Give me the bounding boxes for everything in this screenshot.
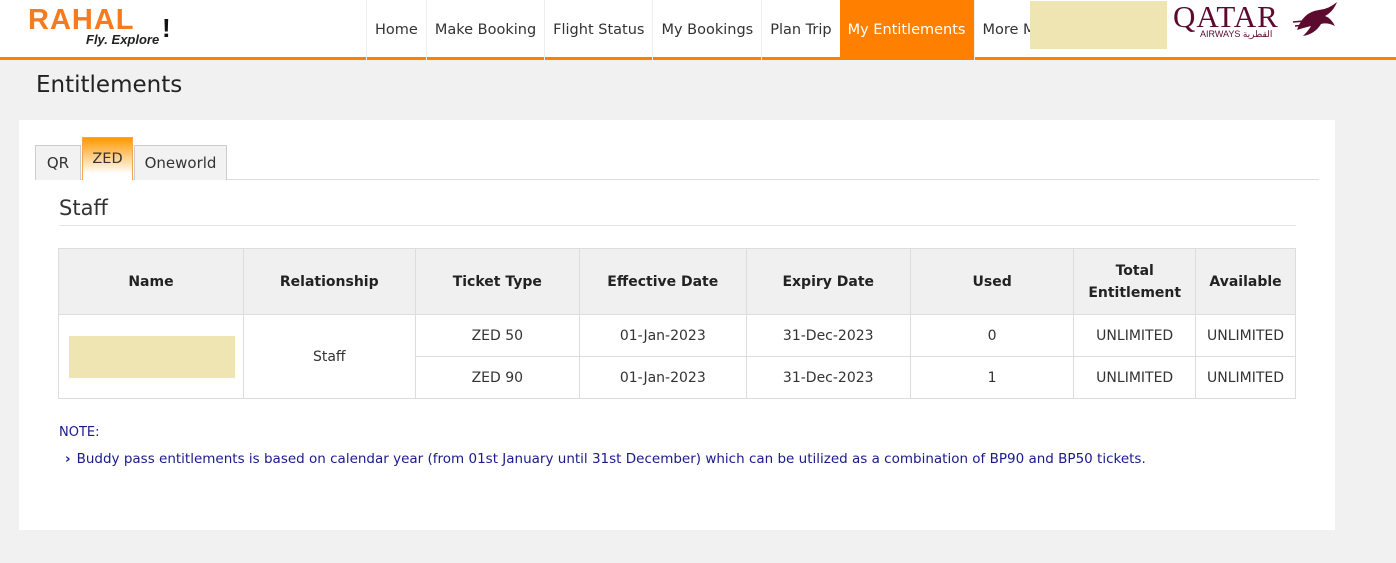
col-expiry-date: Expiry Date [745, 248, 911, 315]
nav-my-bookings[interactable]: My Bookings [652, 0, 761, 60]
effective-date-cell: 01-Jan-2023 [579, 314, 747, 357]
nav-my-entitlements-label: My Entitlements [847, 22, 966, 38]
rahal-logo[interactable]: RAHAL Fly. Explore ! [28, 5, 178, 53]
note-title: NOTE: [59, 425, 100, 440]
expiry-date-cell: 31-Dec-2023 [745, 356, 911, 399]
used-cell: 0 [909, 314, 1075, 357]
note-text: Buddy pass entitlements is based on cale… [76, 451, 1146, 467]
nav-my-entitlements[interactable]: My Entitlements [839, 0, 974, 60]
nav-home[interactable]: Home [366, 0, 426, 60]
table-row: Staff ZED 50 01-Jan-2023 31-Dec-2023 0 U… [58, 314, 1296, 399]
available-cell: UNLIMITED [1195, 314, 1296, 357]
logo-accent: ! [162, 13, 171, 43]
top-header: RAHAL Fly. Explore ! Home Make Booking F… [0, 0, 1396, 60]
total-entitlement-cell: UNLIMITED [1073, 314, 1197, 357]
tab-zed[interactable]: ZED [82, 137, 133, 180]
col-ticket-type: Ticket Type [414, 248, 581, 315]
col-available: Available [1195, 248, 1296, 315]
entitlements-table: Name Relationship Ticket Type Effective … [58, 248, 1296, 399]
nav-make-booking[interactable]: Make Booking [425, 0, 544, 60]
logo-main-text: RAHAL [28, 4, 135, 36]
nav-home-label: Home [375, 22, 418, 38]
nav-plan-trip-label: Plan Trip [770, 22, 832, 38]
nav-flight-status[interactable]: Flight Status [544, 0, 652, 60]
relationship-cell: Staff [242, 314, 416, 399]
nav-flight-status-label: Flight Status [553, 22, 645, 38]
total-entitlement-cell: UNLIMITED [1073, 356, 1197, 399]
section-divider [59, 225, 1296, 226]
ticket-type-cell: ZED 50 [414, 314, 581, 357]
note-item: › Buddy pass entitlements is based on cal… [65, 451, 1146, 467]
ticket-type-cell: ZED 90 [414, 356, 581, 399]
tab-qr[interactable]: QR [35, 145, 81, 180]
oryx-icon [1292, 2, 1337, 36]
user-info-redacted[interactable] [1030, 1, 1167, 49]
effective-date-cell: 01-Jan-2023 [579, 356, 747, 399]
name-redacted [69, 335, 235, 378]
chevron-right-icon: › [65, 451, 71, 467]
col-total-entitlement: Total Entitlement [1073, 248, 1197, 315]
logo-tagline: Fly. Explore [86, 32, 160, 47]
col-relationship: Relationship [242, 248, 416, 315]
section-title: Staff [59, 196, 108, 220]
col-name: Name [58, 248, 244, 315]
entitlements-card: QR ZED Oneworld Staff Name Relationship … [19, 120, 1335, 530]
page-title: Entitlements [36, 72, 183, 98]
main-nav: Home Make Booking Flight Status My Booki… [366, 0, 1082, 60]
nav-my-bookings-label: My Bookings [661, 22, 754, 38]
col-used: Used [909, 248, 1075, 315]
tab-oneworld[interactable]: Oneworld [134, 145, 227, 180]
nav-plan-trip[interactable]: Plan Trip [761, 0, 839, 60]
qatar-logo-subtext: AIRWAYS القطرية [1200, 29, 1273, 39]
qatar-airways-logo: QATAR AIRWAYS القطرية [1173, 0, 1343, 50]
table-header-row: Name Relationship Ticket Type Effective … [58, 248, 1296, 315]
used-cell: 1 [909, 356, 1075, 399]
nav-make-booking-label: Make Booking [434, 22, 537, 38]
entitlement-tabs: QR ZED Oneworld [35, 137, 1319, 180]
expiry-date-cell: 31-Dec-2023 [745, 314, 911, 357]
name-cell [58, 314, 244, 399]
col-effective-date: Effective Date [579, 248, 747, 315]
available-cell: UNLIMITED [1195, 356, 1296, 399]
